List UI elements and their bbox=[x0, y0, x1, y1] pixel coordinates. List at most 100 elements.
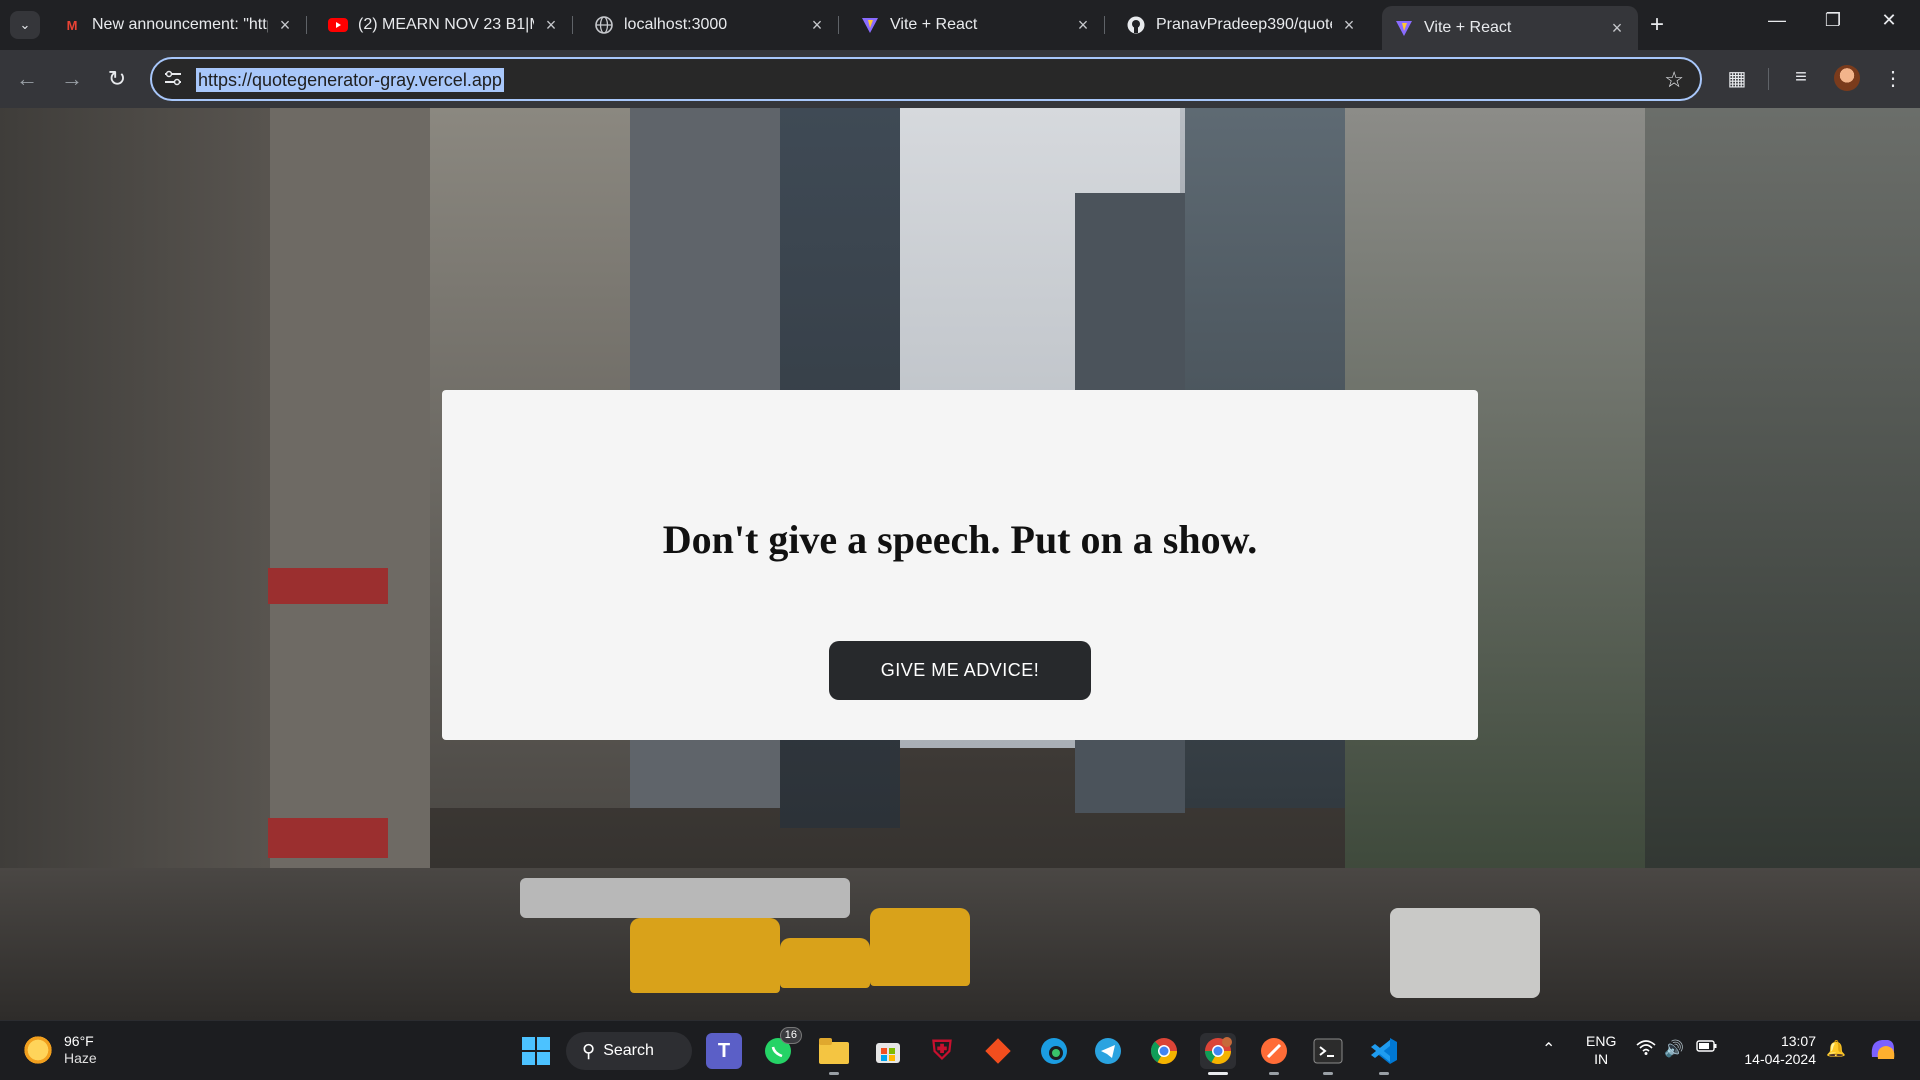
file-explorer-icon[interactable] bbox=[816, 1033, 852, 1075]
media-control-icon[interactable]: ≡ bbox=[1788, 66, 1814, 89]
vscode-icon[interactable] bbox=[1366, 1033, 1402, 1075]
language-line2: IN bbox=[1594, 1051, 1609, 1067]
close-icon[interactable]: × bbox=[542, 15, 560, 36]
quote-card: Don't give a speech. Put on a show. GIVE… bbox=[442, 390, 1478, 740]
whatsapp-badge: 16 bbox=[779, 1027, 802, 1044]
close-window-button[interactable]: ✕ bbox=[1866, 10, 1912, 31]
running-indicator bbox=[1323, 1072, 1333, 1075]
extensions-icon[interactable]: ▦ bbox=[1724, 66, 1750, 91]
new-tab-button[interactable]: + bbox=[1650, 12, 1664, 38]
site-settings-icon[interactable] bbox=[164, 70, 184, 88]
language-indicator[interactable]: ENG IN bbox=[1586, 1032, 1616, 1068]
restore-button[interactable]: ❐ bbox=[1810, 10, 1856, 31]
vite-icon bbox=[860, 15, 880, 35]
close-icon[interactable]: × bbox=[808, 15, 826, 36]
gmail-icon: M bbox=[66, 17, 78, 33]
tab-strip: ⌄ M New announcement: "https × (2) MEARN… bbox=[0, 0, 1920, 50]
github-icon bbox=[1126, 15, 1146, 35]
close-icon[interactable]: × bbox=[1340, 15, 1358, 36]
tab-vite-react[interactable]: Vite + React × bbox=[848, 8, 1105, 42]
tab-localhost[interactable]: localhost:3000 × bbox=[582, 8, 839, 42]
windows-start-icon[interactable] bbox=[518, 1033, 554, 1069]
weather-widget[interactable]: 96°F Haze bbox=[22, 1033, 97, 1067]
background-building bbox=[270, 108, 430, 908]
taskbar-search[interactable]: ⚲ Search bbox=[566, 1032, 692, 1070]
git-icon[interactable] bbox=[980, 1033, 1016, 1069]
notification-bell-icon[interactable]: 🔔 bbox=[1826, 1039, 1846, 1059]
background-awning bbox=[268, 818, 388, 858]
background-building bbox=[0, 108, 290, 908]
teams-icon[interactable]: T bbox=[706, 1033, 742, 1069]
clock-date: 14-04-2024 bbox=[1744, 1051, 1816, 1067]
battery-icon[interactable] bbox=[1696, 1039, 1718, 1058]
background-awning bbox=[268, 568, 388, 604]
language-line1: ENG bbox=[1586, 1033, 1617, 1049]
tab-title: PranavPradeep390/quotegenerator bbox=[1156, 16, 1332, 33]
address-bar[interactable]: https://quotegenerator-gray.vercel.app ☆ bbox=[150, 57, 1702, 101]
background-bus bbox=[520, 878, 850, 918]
close-icon[interactable]: × bbox=[1608, 18, 1626, 39]
youtube-icon bbox=[328, 15, 348, 35]
arrow-left-icon: ← bbox=[16, 66, 38, 91]
running-indicator bbox=[1269, 1072, 1279, 1075]
chrome-profile-icon[interactable] bbox=[1200, 1033, 1236, 1075]
background-building bbox=[1645, 108, 1920, 908]
weather-sun-icon bbox=[22, 1034, 54, 1066]
quote-text: Don't give a speech. Put on a show. bbox=[662, 517, 1258, 562]
reload-button[interactable]: ↻ bbox=[104, 66, 130, 92]
chevron-up-icon[interactable]: ⌃ bbox=[1542, 1039, 1555, 1059]
bookmark-star-icon[interactable]: ☆ bbox=[1664, 67, 1684, 93]
windows-taskbar: 96°F Haze ⚲ Search T 16 ⛨ ⌃ ENG IN 🔊 13:… bbox=[0, 1020, 1920, 1080]
page-viewport: Don't give a speech. Put on a show. GIVE… bbox=[0, 108, 1920, 1020]
profile-avatar[interactable] bbox=[1834, 65, 1860, 91]
background-taxi bbox=[780, 938, 870, 988]
running-indicator bbox=[829, 1072, 839, 1075]
tab-youtube[interactable]: (2) MEARN NOV 23 B1|MERN × bbox=[316, 8, 573, 42]
volume-icon[interactable]: 🔊 bbox=[1664, 1039, 1684, 1059]
give-advice-button[interactable]: GIVE ME ADVICE! bbox=[829, 641, 1091, 700]
tab-vite-react-active[interactable]: Vite + React × bbox=[1382, 6, 1638, 50]
tab-github[interactable]: PranavPradeep390/quotegenerator × bbox=[1114, 8, 1370, 42]
postman-icon[interactable] bbox=[1256, 1033, 1292, 1075]
arrow-right-icon: → bbox=[61, 66, 83, 91]
globe-icon bbox=[594, 15, 614, 35]
whatsapp-icon[interactable]: 16 bbox=[760, 1027, 802, 1069]
copilot-icon[interactable] bbox=[1868, 1035, 1898, 1068]
tab-gmail[interactable]: M New announcement: "https × bbox=[50, 8, 307, 42]
url-text[interactable]: https://quotegenerator-gray.vercel.app bbox=[196, 68, 504, 92]
wifi-icon[interactable] bbox=[1636, 1039, 1656, 1060]
forward-button[interactable]: → bbox=[59, 66, 85, 92]
weather-temp: 96°F bbox=[64, 1033, 94, 1049]
tab-title: (2) MEARN NOV 23 B1|MERN bbox=[358, 16, 534, 33]
edge-icon[interactable] bbox=[1036, 1033, 1072, 1069]
search-label: Search bbox=[603, 1042, 654, 1059]
background-van bbox=[1390, 908, 1540, 998]
tab-title: New announcement: "https bbox=[92, 16, 268, 33]
terminal-icon[interactable] bbox=[1310, 1033, 1346, 1075]
clock[interactable]: 13:07 14-04-2024 bbox=[1736, 1032, 1816, 1068]
chevron-down-icon: ⌄ bbox=[19, 17, 31, 32]
tab-search-button[interactable]: ⌄ bbox=[10, 11, 40, 39]
chrome-icon[interactable] bbox=[1146, 1033, 1182, 1069]
clock-time: 13:07 bbox=[1780, 1033, 1816, 1049]
telegram-icon[interactable] bbox=[1090, 1033, 1126, 1069]
toolbar-divider bbox=[1768, 68, 1769, 90]
close-icon[interactable]: × bbox=[276, 15, 294, 36]
weather-condition: Haze bbox=[64, 1050, 97, 1066]
close-icon[interactable]: × bbox=[1074, 15, 1092, 36]
mcafee-icon[interactable]: ⛨ bbox=[924, 1033, 960, 1069]
microsoft-store-icon[interactable] bbox=[870, 1033, 906, 1069]
tab-title: localhost:3000 bbox=[624, 16, 728, 33]
background-taxi bbox=[870, 908, 970, 986]
running-indicator bbox=[1379, 1072, 1389, 1075]
minimize-button[interactable]: — bbox=[1754, 10, 1800, 31]
tab-title: Vite + React bbox=[890, 16, 978, 33]
back-button[interactable]: ← bbox=[14, 66, 40, 92]
running-indicator bbox=[1208, 1072, 1228, 1075]
more-menu-icon[interactable]: ⋮ bbox=[1880, 66, 1906, 91]
reload-icon: ↻ bbox=[107, 66, 127, 91]
background-taxi bbox=[630, 918, 780, 993]
vite-icon bbox=[1394, 18, 1414, 38]
browser-toolbar: ← → ↻ https://quotegenerator-gray.vercel… bbox=[0, 50, 1920, 108]
search-icon: ⚲ bbox=[582, 1040, 596, 1061]
